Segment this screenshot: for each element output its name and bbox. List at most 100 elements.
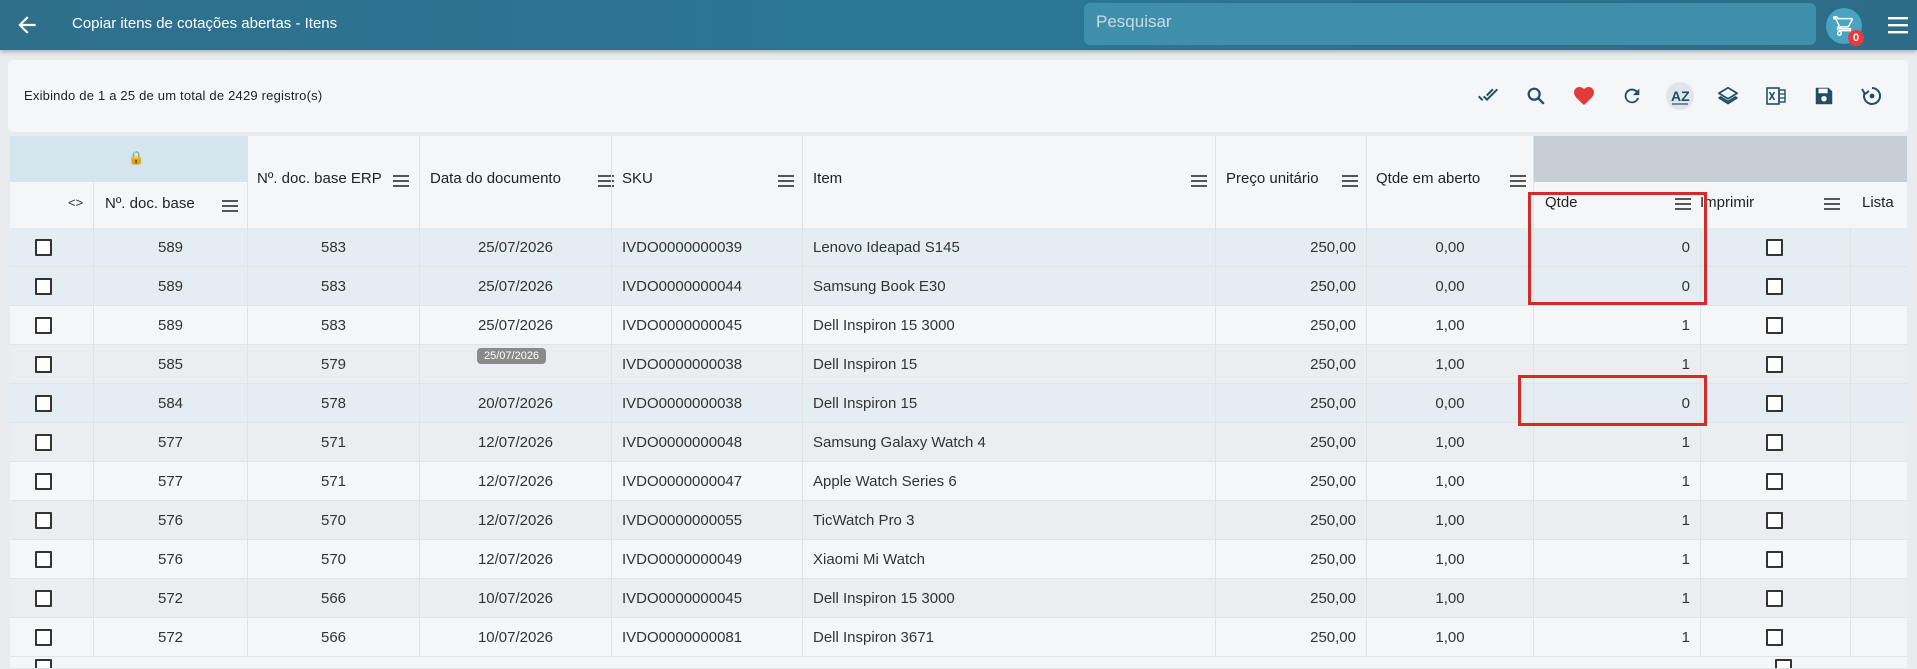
table-row[interactable]: 577 571 12/07/2026 IVDO0000000048 Samsung Ga… — [10, 423, 1907, 462]
cell-doc-base-erp: 583 — [320, 278, 347, 295]
layers-icon[interactable] — [1714, 82, 1742, 110]
cart-button[interactable]: 0 — [1826, 8, 1864, 46]
imprimir-checkbox[interactable] — [1766, 551, 1783, 568]
header-divider — [1366, 136, 1367, 228]
imprimir-checkbox[interactable] — [1766, 356, 1783, 373]
table-row[interactable]: 576 570 12/07/2026 IVDO0000000055 TicWatch P… — [10, 501, 1907, 540]
row-select-checkbox[interactable] — [35, 356, 52, 373]
col-sku-menu-icon[interactable] — [778, 175, 794, 187]
col-preco-unitario: Preço unitário — [1226, 170, 1319, 187]
table-row[interactable]: 572 566 10/07/2026 IVDO0000000045 Dell Inspi… — [10, 579, 1907, 618]
row-select-checkbox[interactable] — [35, 629, 52, 646]
cart-count-badge: 0 — [1848, 30, 1864, 46]
table-row[interactable]: 577 571 12/07/2026 IVDO0000000047 Apple Watc… — [10, 462, 1907, 501]
favorite-heart-icon[interactable] — [1570, 82, 1598, 110]
imprimir-checkbox[interactable] — [1766, 317, 1783, 334]
cell-qtde[interactable]: 1 — [1534, 579, 1690, 618]
cell-doc-base-erp: 571 — [320, 434, 347, 451]
row-select-checkbox[interactable] — [35, 434, 52, 451]
col-qtde-em-aberto: Qtde em aberto — [1376, 170, 1481, 187]
cell-preco-unitario: 250,00 — [1310, 395, 1356, 412]
excel-export-icon[interactable] — [1762, 82, 1790, 110]
cell-data-documento: 10/07/2026 — [477, 629, 554, 646]
imprimir-checkbox[interactable] — [1766, 278, 1783, 295]
cell-doc-base: 572 — [157, 590, 184, 607]
cell-doc-base: 589 — [157, 278, 184, 295]
column-divider — [1215, 228, 1216, 669]
cell-preco-unitario: 250,00 — [1310, 551, 1356, 568]
imprimir-checkbox[interactable] — [1766, 473, 1783, 490]
cell-qtde[interactable]: 1 — [1534, 423, 1690, 462]
col-item-menu-icon[interactable] — [1191, 175, 1207, 187]
col-doc-base-erp-menu-icon[interactable] — [393, 175, 409, 187]
col-data-documento: Data do documento — [430, 170, 561, 187]
svg-text:AZ: AZ — [1671, 88, 1690, 104]
col-preco-menu-icon[interactable] — [1342, 175, 1358, 187]
search-input[interactable] — [1084, 3, 1816, 45]
col-imprimir-menu-icon[interactable] — [1824, 198, 1840, 210]
row-select-checkbox[interactable] — [35, 659, 52, 668]
cell-data-documento: 12/07/2026 — [477, 434, 554, 451]
imprimir-checkbox[interactable] — [1766, 590, 1783, 607]
row-select-checkbox[interactable] — [35, 317, 52, 334]
imprimir-checkbox[interactable] — [1766, 512, 1783, 529]
header-imprimir: Imprimir — [1700, 182, 1850, 228]
editable-columns-group-header — [1533, 136, 1907, 182]
cell-preco-unitario: 250,00 — [1310, 278, 1356, 295]
table-row[interactable]: 572 566 10/07/2026 IVDO0000000081 Dell Inspi… — [10, 618, 1907, 657]
cell-item: Dell Inspiron 15 — [813, 395, 918, 412]
imprimir-checkbox[interactable] — [1766, 629, 1783, 646]
row-select-checkbox[interactable] — [35, 512, 52, 529]
restore-icon[interactable] — [1858, 82, 1886, 110]
cell-qtde-em-aberto: 0,00 — [1435, 278, 1465, 295]
row-select-checkbox[interactable] — [35, 278, 52, 295]
cell-qtde[interactable]: 1 — [1534, 501, 1690, 540]
cell-item: TicWatch Pro 3 — [813, 512, 915, 529]
cell-qtde[interactable]: 1 — [1534, 462, 1690, 501]
search-field[interactable] — [1084, 3, 1816, 45]
header-divider — [93, 182, 94, 228]
header-divider — [1215, 136, 1216, 228]
save-icon[interactable] — [1810, 82, 1838, 110]
imprimir-checkbox[interactable] — [1766, 434, 1783, 451]
col-sku: SKU — [622, 170, 653, 187]
row-select-checkbox[interactable] — [35, 239, 52, 256]
cell-qtde[interactable]: 1 — [1534, 306, 1690, 345]
cell-doc-base-erp: 566 — [320, 590, 347, 607]
hamburger-menu-icon[interactable] — [1886, 14, 1910, 36]
cell-sku: IVDO0000000038 — [622, 395, 743, 412]
expand-columns-icon[interactable]: <> — [68, 195, 83, 210]
cell-data-documento: 10/07/2026 — [477, 590, 554, 607]
header-item: Item — [813, 136, 1213, 228]
row-select-checkbox[interactable] — [35, 551, 52, 568]
cell-qtde-em-aberto: 1,00 — [1435, 590, 1465, 607]
cell-qtde-em-aberto: 1,00 — [1435, 512, 1465, 529]
imprimir-checkbox[interactable] — [1766, 239, 1783, 256]
row-select-checkbox[interactable] — [35, 395, 52, 412]
col-qtde-aberto-menu-icon[interactable] — [1510, 175, 1526, 187]
row-select-checkbox[interactable] — [35, 590, 52, 607]
imprimir-checkbox[interactable] — [1775, 659, 1792, 668]
cell-doc-base-erp: 571 — [320, 473, 347, 490]
cell-preco-unitario: 250,00 — [1310, 434, 1356, 451]
table-row[interactable]: 576 570 12/07/2026 IVDO0000000049 Xiaomi Mi … — [10, 540, 1907, 579]
imprimir-checkbox[interactable] — [1766, 395, 1783, 412]
check-all-icon[interactable] — [1474, 82, 1502, 110]
col-doc-base-menu-icon[interactable] — [222, 200, 238, 212]
app-header: Copiar itens de cotações abertas - Itens… — [0, 0, 1917, 50]
cell-preco-unitario: 250,00 — [1310, 317, 1356, 334]
cell-qtde[interactable]: 1 — [1534, 540, 1690, 579]
cell-item: Dell Inspiron 3671 — [813, 629, 934, 646]
search-icon[interactable] — [1522, 82, 1550, 110]
back-arrow-icon[interactable] — [14, 12, 40, 38]
sort-az-icon[interactable]: AZ — [1666, 82, 1694, 110]
col-doc-base: Nº. doc. base — [105, 195, 195, 212]
row-select-checkbox[interactable] — [35, 473, 52, 490]
table-row[interactable]: 589 583 25/07/2026 IVDO0000000045 Dell Inspi… — [10, 306, 1907, 345]
cell-data-documento: 12/07/2026 — [477, 551, 554, 568]
col-imprimir: Imprimir — [1700, 194, 1755, 211]
cell-qtde[interactable]: 1 — [1534, 618, 1690, 657]
cell-doc-base-erp: 570 — [320, 551, 347, 568]
refresh-icon[interactable] — [1618, 82, 1646, 110]
cell-data-documento: 12/07/2026 — [477, 473, 554, 490]
